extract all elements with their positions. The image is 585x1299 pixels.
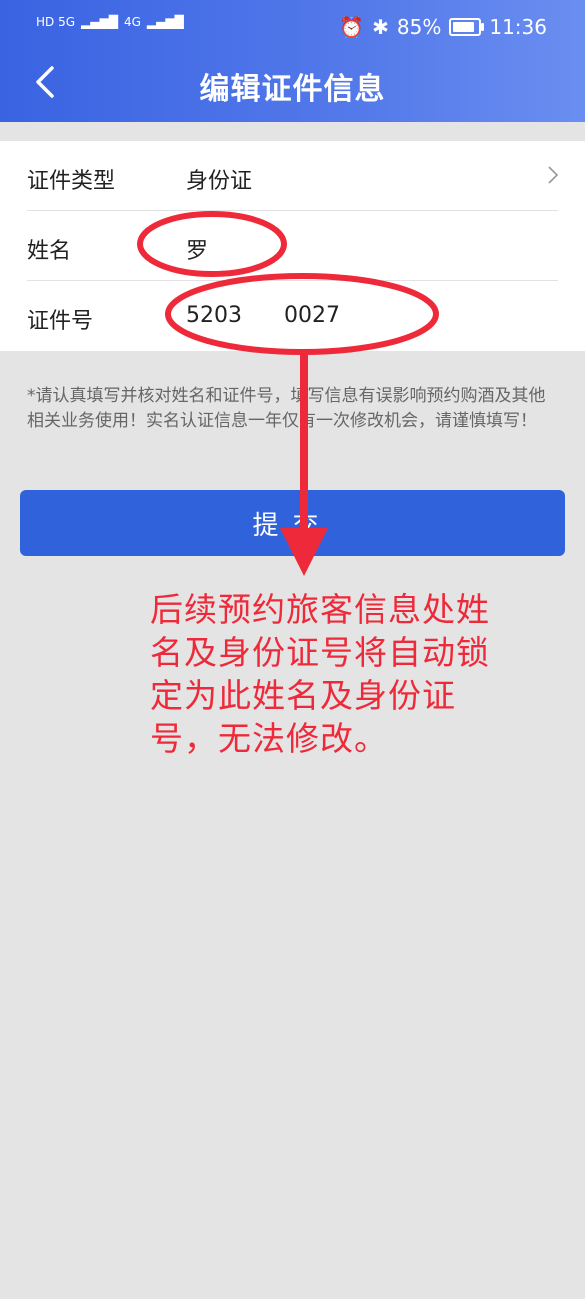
annotation-text: 后续预约旅客信息处姓名及身份证号将自动锁定为此姓名及身份证号，无法修改。: [150, 590, 490, 758]
page-title: 编辑证件信息: [199, 72, 386, 107]
name-input[interactable]: 罗: [186, 233, 208, 265]
row-name[interactable]: 姓名 罗: [0, 211, 585, 281]
status-bar: HD 5G ▂▄▆█ 4G ▂▄▆█ ⏰ ✱ 85% 11:36: [0, 0, 585, 56]
submit-button[interactable]: 提交: [20, 490, 565, 556]
id-type-value: 身份证: [186, 169, 253, 194]
signal-bars-icon: ▂▄▆█: [146, 15, 184, 29]
battery-percent: 85%: [396, 15, 442, 39]
battery-fill: [453, 22, 474, 32]
id-type-label: 证件类型: [27, 169, 116, 194]
app-header: HD 5G ▂▄▆█ 4G ▂▄▆█ ⏰ ✱ 85% 11:36 编辑证件信息: [0, 0, 585, 122]
battery-icon: [449, 18, 485, 36]
id-form: 证件类型 身份证 姓名 罗 证件号 5203 0027: [0, 141, 585, 351]
nav-bar: 编辑证件信息: [0, 56, 585, 112]
alarm-icon: ⏰: [339, 15, 365, 39]
name-label: 姓名: [27, 239, 72, 264]
id-number-label: 证件号: [27, 309, 94, 334]
chevron-right-icon: [548, 166, 559, 184]
bluetooth-icon: ✱: [372, 15, 389, 39]
signal-4g: 4G: [123, 15, 141, 29]
row-id-type[interactable]: 证件类型 身份证: [0, 141, 585, 211]
row-id-number[interactable]: 证件号 5203 0027: [0, 281, 585, 351]
clock: 11:36: [489, 15, 547, 39]
notice-text: *请认真填写并核对姓名和证件号，填写信息有误影响预约购酒及其他相关业务使用！实名…: [27, 386, 546, 431]
signal-5g: HD 5G: [36, 15, 76, 29]
status-right: ⏰ ✱ 85% 11:36: [339, 15, 547, 39]
signal-bars-icon: ▂▄▆█: [81, 15, 118, 29]
signal-indicators: HD 5G ▂▄▆█ 4G ▂▄▆█: [36, 16, 184, 28]
id-number-input[interactable]: 5203 0027: [186, 303, 340, 328]
